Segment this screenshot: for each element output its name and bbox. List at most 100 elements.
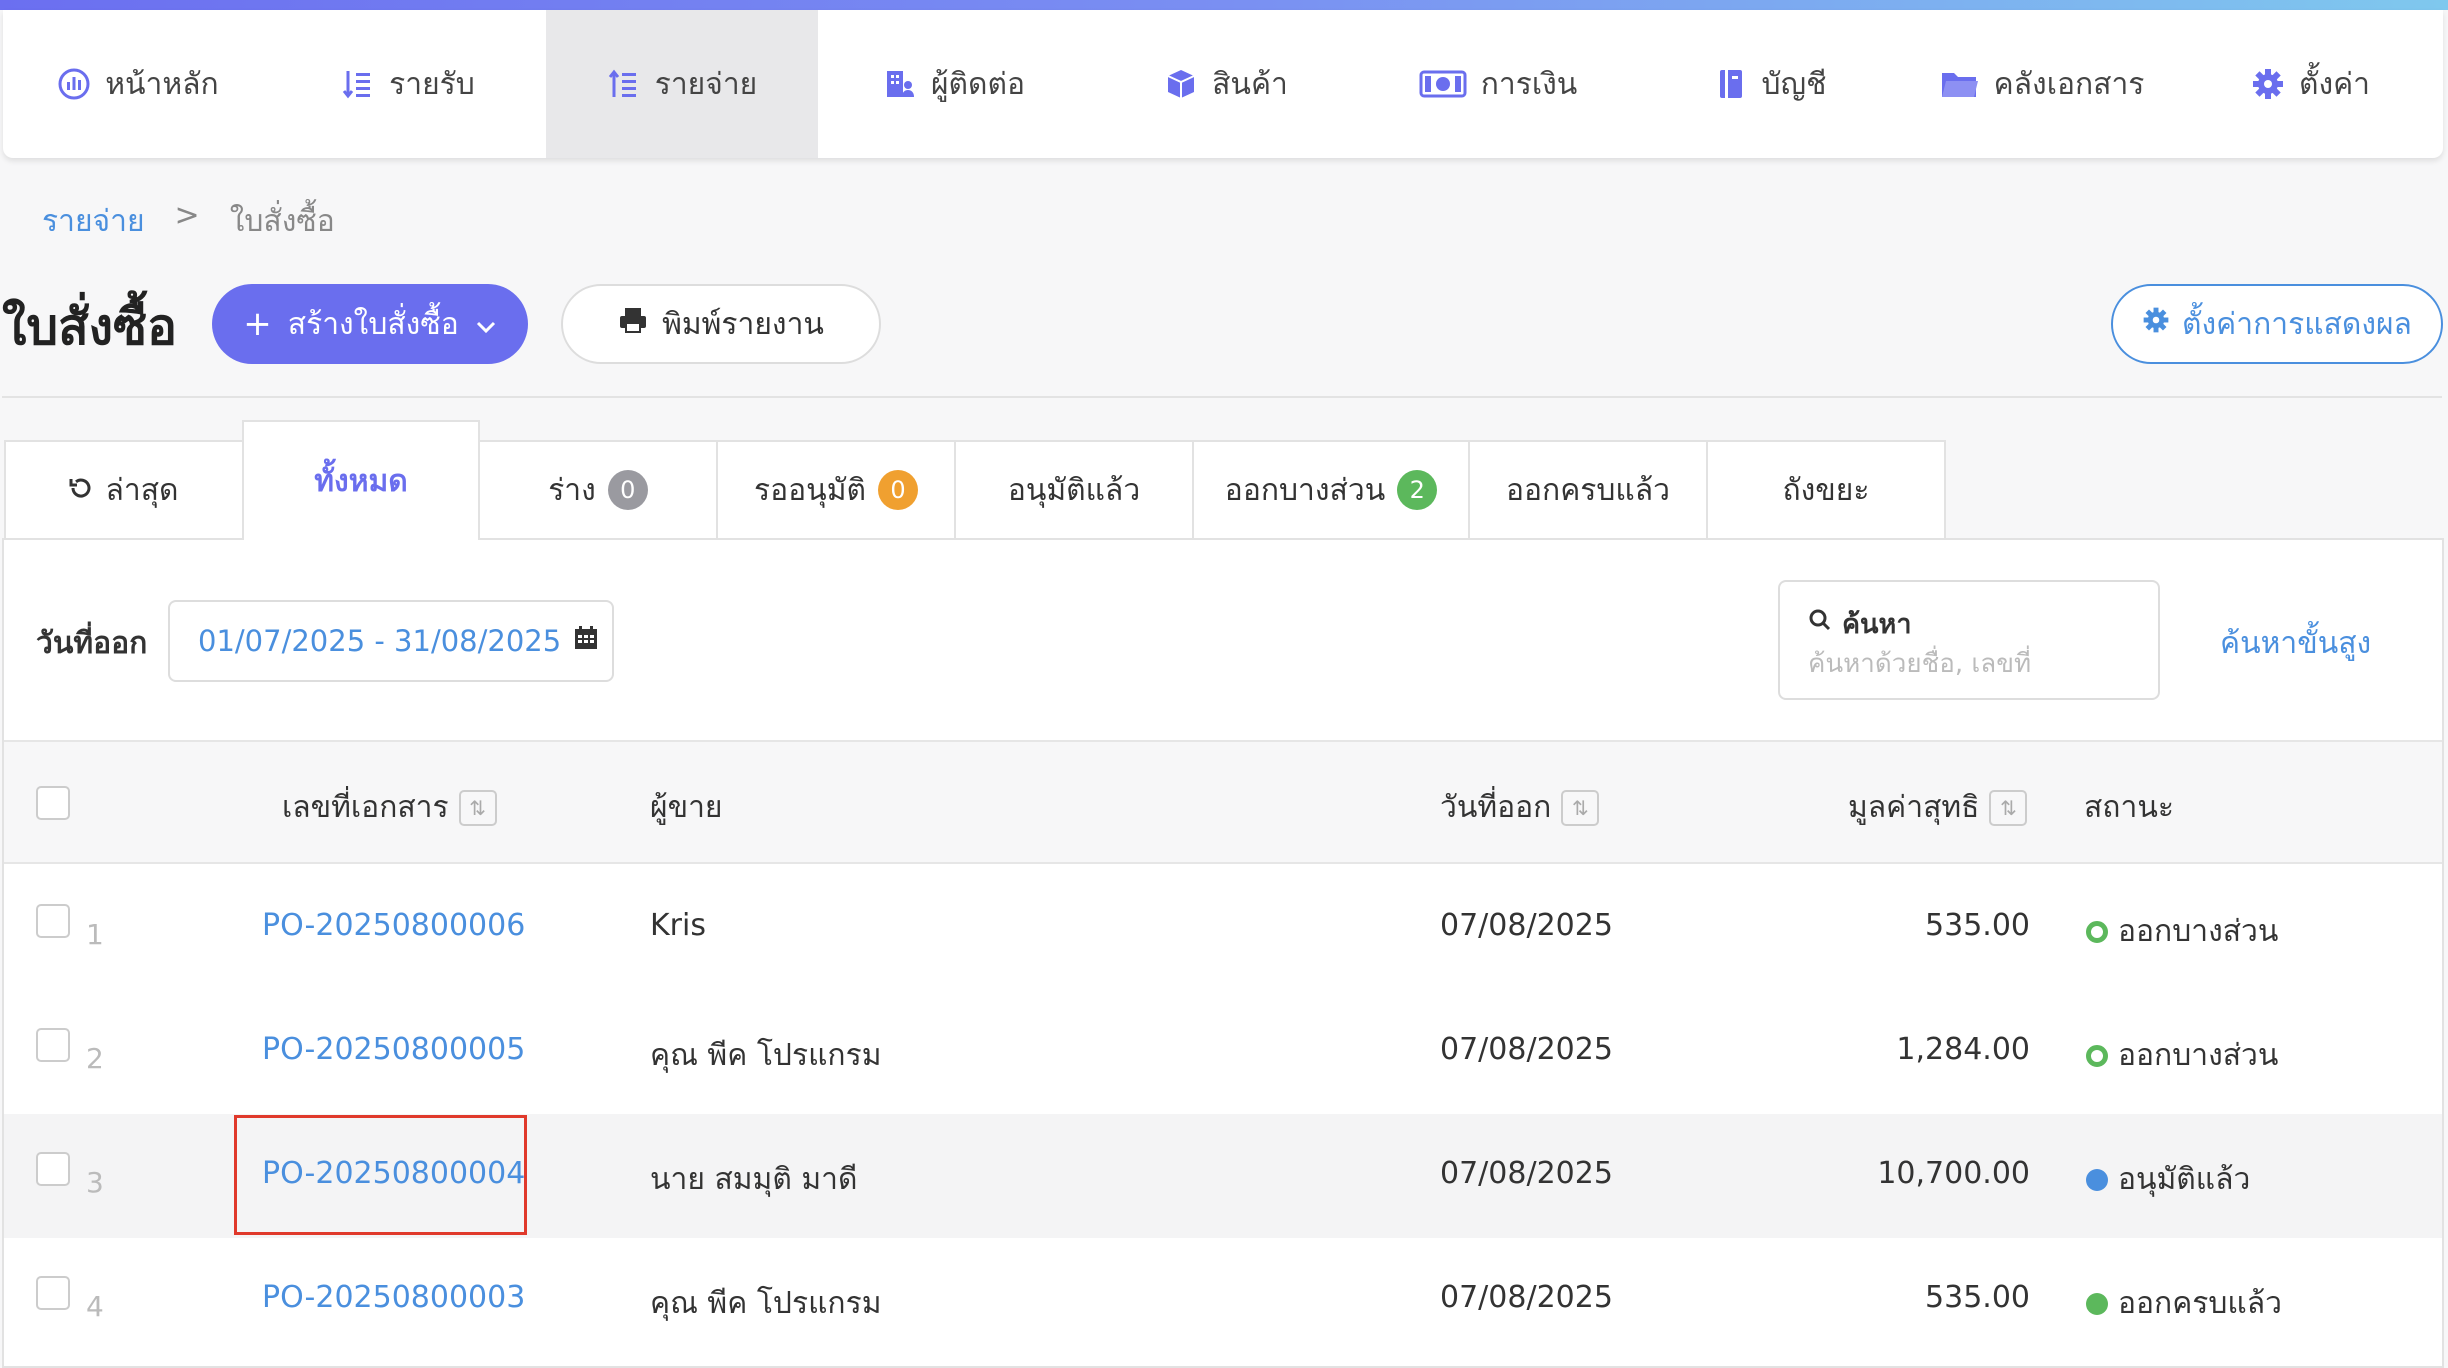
advanced-search-link[interactable]: ค้นหาขั้นสูง [2220,620,2371,667]
calendar-icon [573,624,599,658]
ledger-icon [1714,67,1748,101]
doc-no-link[interactable]: PO-20250800006 [262,908,525,943]
header-issue-date-label: วันที่ออก [1440,790,1552,825]
tab-label: ร่าง [548,472,596,508]
status-ring-icon [2086,920,2108,943]
search-title-label: ค้นหา [1842,609,1912,640]
date-filter-label: วันที่ออก [36,626,148,661]
nav-item-home[interactable]: หน้าหลัก [3,10,273,158]
count-badge: 2 [1397,470,1438,510]
sort-icon[interactable]: ⇅ [1989,789,2028,826]
sort-icon[interactable]: ⇅ [458,789,497,826]
header-status: สถานะ [2084,784,2174,831]
table-row[interactable]: 1 PO-20250800006 Kris 07/08/2025 535.00 … [4,866,2442,990]
nav-label: บัญชี [1761,66,1827,102]
search-box[interactable]: ค้นหา [1778,580,2160,700]
status-badge: อนุมัติแล้ว [2086,1156,2250,1203]
vendor-name: Kris [650,908,706,943]
nav-item-accounting[interactable]: บัญชี [1634,10,1906,158]
nav-label: สินค้า [1212,66,1288,102]
vendor-name: คุณ พีค โปรแกรม [650,1286,882,1321]
doc-no-link[interactable]: PO-20250800005 [262,1032,525,1067]
top-accent-bar [0,0,2448,10]
nav-label: การเงิน [1480,66,1578,102]
issue-date: 07/08/2025 [1440,1280,1613,1315]
row-number: 1 [86,918,104,951]
tab-approved[interactable]: อนุมัติแล้ว [954,440,1194,538]
tab-label: ถังขยะ [1782,472,1870,508]
issue-date: 07/08/2025 [1440,908,1613,943]
tab-label: รออนุมัติ [754,472,866,508]
page-title: ใบสั่งซื้อ [2,298,178,356]
vendor-name: คุณ พีค โปรแกรม [650,1038,882,1073]
net-value: 1,284.00 [1896,1032,2030,1067]
header-doc-no[interactable]: เลขที่เอกสาร ⇅ [282,784,497,831]
header-status-label: สถานะ [2084,790,2174,825]
display-settings-button[interactable]: ตั้งค่าการแสดงผล [2111,284,2443,364]
tab-partially-issued[interactable]: ออกบางส่วน 2 [1192,440,1470,538]
nav-item-products[interactable]: สินค้า [1090,10,1362,158]
header-vendor: ผู้ขาย [650,784,723,831]
date-range-picker[interactable]: 01/07/2025 - 31/08/2025 [168,600,614,682]
issue-date: 07/08/2025 [1440,1156,1613,1191]
status-label: ออกบางส่วน [2118,1038,2279,1073]
table-header: เลขที่เอกสาร ⇅ ผู้ขาย วันที่ออก ⇅ มูลค่า… [4,740,2442,864]
nav-item-expense[interactable]: รายจ่าย [546,10,818,158]
count-badge: 0 [877,470,918,510]
table-row[interactable]: 4 PO-20250800003 คุณ พีค โปรแกรม 07/08/2… [4,1238,2442,1362]
create-po-button[interactable]: + สร้างใบสั่งซื้อ [212,284,528,364]
nav-item-settings[interactable]: ตั้งค่า [2178,10,2443,158]
folder-icon [1940,67,1980,101]
nav-item-documents[interactable]: คลังเอกสาร [1906,10,2178,158]
tab-all[interactable]: ทั้งหมด [242,420,480,540]
nav-label: คลังเอกสาร [1993,66,2145,102]
tab-fully-issued[interactable]: ออกครบแล้ว [1468,440,1708,538]
row-checkbox[interactable] [36,904,70,938]
table-row[interactable]: 2 PO-20250800005 คุณ พีค โปรแกรม 07/08/2… [4,990,2442,1114]
print-report-button[interactable]: พิมพ์รายงาน [561,284,881,364]
display-settings-label: ตั้งค่าการแสดงผล [2182,306,2412,342]
nav-item-contacts[interactable]: ผู้ติดต่อ [818,10,1090,158]
search-icon [1808,608,1832,639]
row-checkbox[interactable] [36,1276,70,1310]
nav-item-income[interactable]: รายรับ [273,10,543,158]
issue-date: 07/08/2025 [1440,1032,1613,1067]
net-value: 535.00 [1925,1280,2030,1315]
row-checkbox[interactable] [36,1028,70,1062]
search-title: ค้นหา [1808,602,1911,645]
breadcrumb-parent-link[interactable]: รายจ่าย [42,198,145,245]
status-badge: ออกบางส่วน [2086,908,2278,955]
tab-pending-approval[interactable]: รออนุมัติ 0 [716,440,956,538]
sort-icon[interactable]: ⇅ [1561,789,1600,826]
vendor-name: นาย สมมุติ มาดี [650,1162,858,1197]
header-issue-date[interactable]: วันที่ออก ⇅ [1440,784,1600,831]
search-input[interactable] [1808,644,2138,684]
plus-icon: + [243,304,272,344]
select-all-checkbox[interactable] [36,786,70,820]
tab-latest[interactable]: ล่าสุด [4,440,244,538]
header-net-value[interactable]: มูลค่าสุทธิ ⇅ [1848,784,2028,831]
status-label: ออกครบแล้ว [2118,1286,2282,1321]
tab-draft[interactable]: ร่าง 0 [478,440,718,538]
nav-label: รายจ่าย [654,66,758,102]
status-badge: ออกครบแล้ว [2086,1280,2282,1327]
tab-label: ล่าสุด [105,472,179,508]
contacts-icon [883,67,917,101]
history-icon [69,473,93,508]
tab-trash[interactable]: ถังขยะ [1706,440,1946,538]
doc-no-link[interactable]: PO-20250800003 [262,1280,525,1315]
row-checkbox[interactable] [36,1152,70,1186]
highlight-annotation-box [234,1115,527,1235]
status-badge: ออกบางส่วน [2086,1032,2278,1079]
tab-label: ออกครบแล้ว [1506,472,1670,508]
tab-label: ทั้งหมด [314,463,408,499]
header-divider [2,396,2442,398]
nav-item-finance[interactable]: การเงิน [1362,10,1634,158]
header-net-value-label: มูลค่าสุทธิ [1848,790,1980,825]
status-label: ออกบางส่วน [2118,914,2279,949]
net-value: 535.00 [1925,908,2030,943]
nav-label: หน้าหลัก [105,66,219,102]
row-number: 4 [86,1290,104,1323]
tab-label: ออกบางส่วน [1224,472,1386,508]
count-badge: 0 [607,470,648,510]
